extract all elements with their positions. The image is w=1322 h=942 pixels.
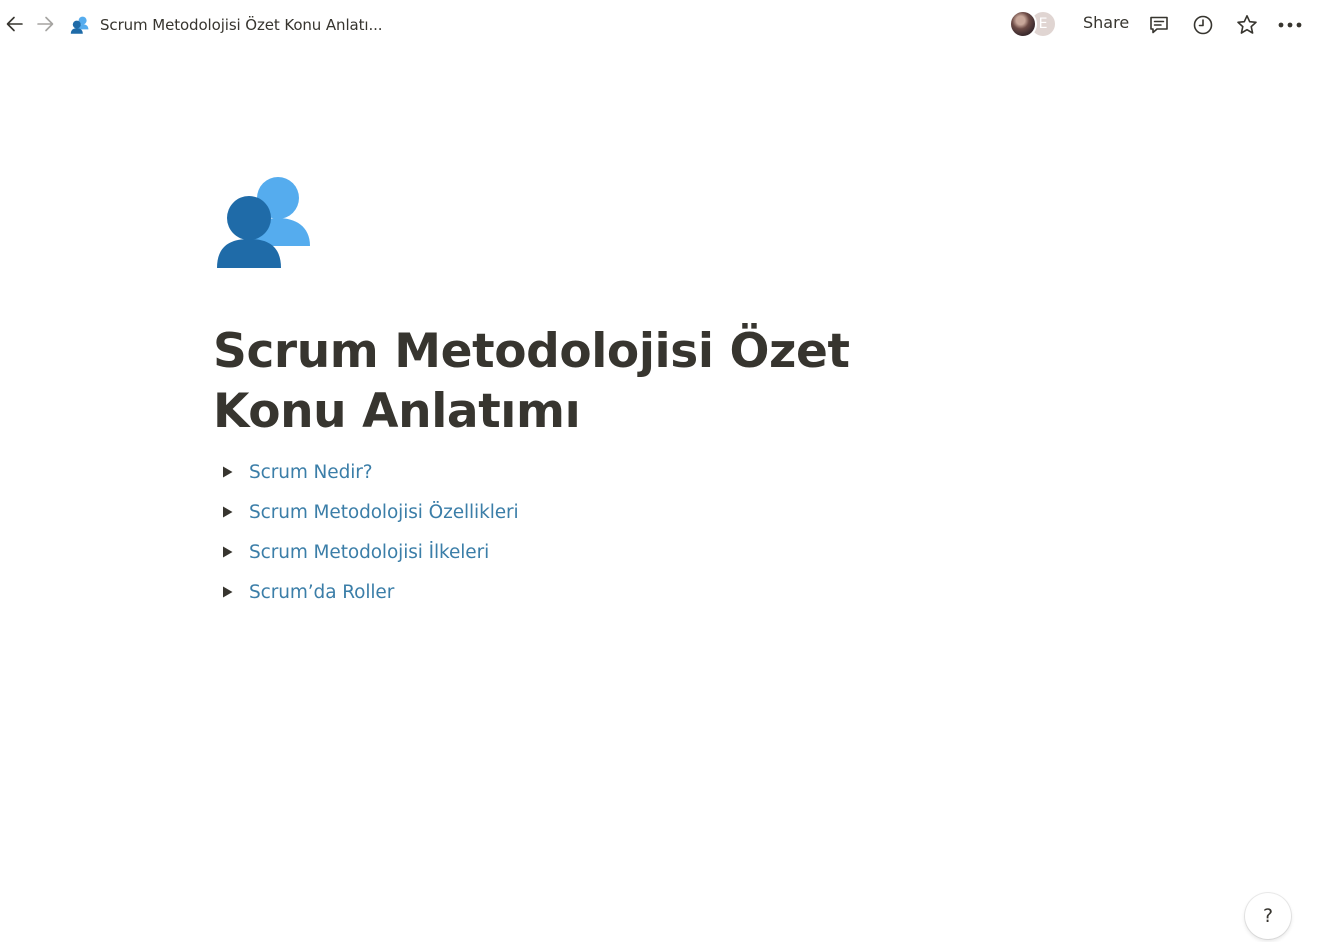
share-button[interactable]: Share (1083, 13, 1129, 32)
breadcrumb[interactable]: Scrum Metodolojisi Özet Konu Anlatı... (70, 12, 383, 38)
toggle-list: Scrum Nedir? Scrum Metodolojisi Özellikl… (214, 452, 519, 612)
more-options-button[interactable] (1277, 12, 1303, 38)
updates-button[interactable] (1190, 12, 1216, 38)
triangle-right-icon[interactable] (214, 466, 240, 478)
arrow-right-icon (37, 16, 54, 32)
toggle-label[interactable]: Scrum Metodolojisi Özellikleri (249, 502, 519, 523)
avatar-initial: E (1038, 16, 1048, 32)
busts-in-silhouette-icon (217, 177, 310, 268)
breadcrumb-page-title: Scrum Metodolojisi Özet Konu Anlatı... (100, 16, 383, 34)
help-button[interactable]: ? (1245, 893, 1291, 939)
back-button[interactable] (3, 11, 27, 37)
arrow-left-icon (6, 16, 23, 32)
page-emoji-icon[interactable] (214, 174, 314, 270)
avatar[interactable] (1009, 10, 1037, 38)
toggle-item[interactable]: Scrum Nedir? (214, 452, 519, 492)
toggle-item[interactable]: Scrum Metodolojisi Özellikleri (214, 492, 519, 532)
triangle-right-icon[interactable] (214, 506, 240, 518)
more-horizontal-icon (1278, 22, 1302, 28)
favorite-button[interactable] (1234, 12, 1260, 38)
top-bar: Scrum Metodolojisi Özet Konu Anlatı... E… (0, 0, 1322, 50)
collaborator-avatars[interactable]: E (1009, 10, 1065, 38)
comments-button[interactable] (1146, 12, 1172, 38)
toggle-label[interactable]: Scrum Nedir? (249, 462, 373, 483)
comment-icon (1150, 16, 1168, 34)
forward-button[interactable] (33, 11, 57, 37)
star-icon (1237, 15, 1257, 34)
busts-in-silhouette-icon (70, 15, 90, 35)
triangle-right-icon[interactable] (214, 546, 240, 558)
triangle-right-icon[interactable] (214, 586, 240, 598)
toggle-item[interactable]: Scrum’da Roller (214, 572, 519, 612)
toggle-item[interactable]: Scrum Metodolojisi İlkeleri (214, 532, 519, 572)
page-title[interactable]: Scrum Metodolojisi Özet Konu Anlatımı (213, 322, 973, 442)
toggle-label[interactable]: Scrum’da Roller (249, 582, 394, 603)
toggle-label[interactable]: Scrum Metodolojisi İlkeleri (249, 542, 489, 563)
clock-icon (1193, 15, 1213, 35)
